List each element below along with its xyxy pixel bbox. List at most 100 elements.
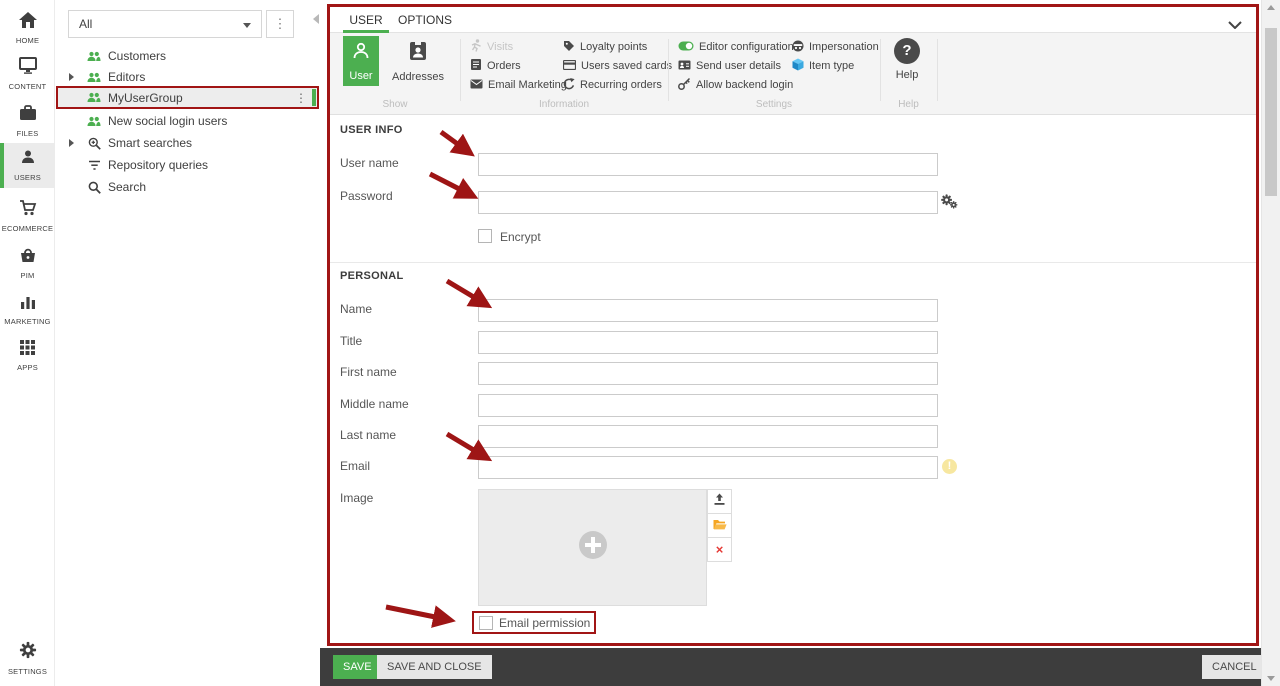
section-divider [330,262,1256,263]
sidebar-item-ecommerce[interactable]: ECOMMERCE [0,194,55,238]
tree-item-label: MyUserGroup [108,91,183,105]
ribbon-loyalty-points-button[interactable]: Loyalty points [563,39,647,55]
password-input[interactable] [478,191,938,214]
ribbon-item-label: Email Marketing [488,79,567,91]
section-heading-personal: PERSONAL [340,270,404,282]
ribbon-item-label: Orders [487,60,521,72]
orders-note-icon [470,58,482,74]
sidebar-item-marketing[interactable]: MARKETING [0,288,55,332]
email-input[interactable] [478,456,938,479]
cancel-button[interactable]: CANCEL [1202,655,1267,679]
field-label-first-name: First name [340,365,397,379]
sidebar-item-label: SETTINGS [8,667,47,676]
user-name-input[interactable] [478,153,938,176]
user-group-icon [86,92,102,103]
save-and-close-button[interactable]: SAVE AND CLOSE [377,655,492,679]
ribbon-addresses-button[interactable]: Addresses [389,36,447,86]
help-button[interactable]: ? [894,38,920,64]
add-image-plus-icon [578,530,608,565]
ribbon-users-saved-cards-button[interactable]: Users saved cards [563,58,672,74]
tree-item-label: Search [108,180,146,194]
field-label-image: Image [340,491,373,505]
ribbon-group-label: Settings [668,99,880,110]
sidebar-item-users[interactable]: USERS [0,143,55,188]
save-button[interactable]: SAVE [333,655,382,679]
expand-arrow-icon[interactable] [69,139,74,147]
field-label-title: Title [340,334,362,348]
sidebar-item-label: HOME [16,36,39,45]
runner-icon [470,39,482,55]
briefcase-icon [19,105,37,126]
ribbon-editor-configuration-toggle[interactable]: Editor configuration [678,39,794,55]
footer-action-bar: SAVE SAVE AND CLOSE CANCEL [320,648,1261,686]
monitor-icon [19,57,37,79]
sidebar-item-apps[interactable]: APPS [0,334,55,378]
tree-item-smart-searches[interactable]: Smart searches [86,133,192,153]
cart-icon [19,200,37,221]
image-delete-button[interactable]: × [707,537,732,562]
ribbon-group-label: Show [330,99,460,110]
sidebar-item-content[interactable]: CONTENT [0,52,55,96]
vertical-scrollbar[interactable] [1261,0,1280,686]
ribbon-user-button[interactable]: User [343,36,379,86]
tree-item-repository-queries[interactable]: Repository queries [86,155,208,175]
encrypt-checkbox[interactable] [478,229,492,243]
scrollbar-thumb[interactable] [1265,28,1277,196]
field-label-user-name: User name [340,156,399,170]
user-group-icon [86,116,102,127]
ribbon-collapse-chevron-icon[interactable] [1228,16,1242,34]
section-heading-user-info: USER INFO [340,124,403,136]
scrollbar-down-arrow-icon[interactable] [1267,676,1275,681]
kebab-menu-icon[interactable]: ⋮ [295,91,307,105]
ribbon-allow-backend-login-button[interactable]: Allow backend login [678,77,793,93]
envelope-icon [470,79,483,92]
gear-icon [19,641,37,664]
user-group-icon [86,51,102,62]
name-input[interactable] [478,299,938,322]
ribbon-item-label: Item type [809,60,854,72]
tab-user[interactable]: USER [343,7,389,33]
search-icon [86,181,102,194]
ribbon-item-label: Visits [487,41,513,53]
sidebar-item-pim[interactable]: PIM [0,241,55,285]
tree-item-new-social-login-users[interactable]: New social login users [86,111,227,131]
middle-name-input[interactable] [478,394,938,417]
selection-accent-bar [312,89,316,106]
tree-item-editors[interactable]: Editors [86,67,145,87]
ribbon-separator [668,39,669,101]
last-name-input[interactable] [478,425,938,448]
ribbon-item-type-button[interactable]: Item type [792,58,854,74]
tree-item-myusergroup-selected[interactable]: MyUserGroup ⋮ [56,86,319,109]
group-filter-dropdown[interactable]: All [68,10,262,38]
ribbon-email-marketing-button[interactable]: Email Marketing [470,77,567,93]
title-input[interactable] [478,331,938,354]
tree-menu-button[interactable]: ⋮ [266,10,294,38]
sidebar-item-settings[interactable]: SETTINGS [0,636,55,680]
ribbon-recurring-orders-button[interactable]: Recurring orders [563,77,662,93]
tree-item-customers[interactable]: Customers [86,46,166,66]
email-permission-label: Email permission [499,616,590,630]
sidebar-item-files[interactable]: FILES [0,99,55,143]
tab-label: USER [349,13,382,27]
sidebar-item-home[interactable]: HOME [0,6,55,50]
ribbon-send-user-details-button[interactable]: Send user details [678,58,781,74]
tree-item-search[interactable]: Search [86,177,146,197]
ribbon-orders-button[interactable]: Orders [470,58,521,74]
email-permission-checkbox[interactable] [479,616,493,630]
image-browse-button[interactable] [707,513,732,538]
panel-collapse-icon[interactable] [313,14,319,24]
group-filter-value: All [79,17,92,31]
ribbon-group-label: Help [880,99,937,110]
tab-options[interactable]: OPTIONS [395,7,455,33]
email-permission-annotation-box: Email permission [472,611,596,634]
sidebar-item-label: CONTENT [9,82,47,91]
recurring-arrow-icon [563,78,575,93]
expand-arrow-icon[interactable] [69,73,74,81]
warning-glyph: ! [948,460,952,472]
scrollbar-up-arrow-icon[interactable] [1267,5,1275,10]
image-upload-button[interactable] [707,489,732,514]
ribbon-impersonation-button[interactable]: Impersonation [792,39,879,55]
image-dropzone[interactable] [478,489,707,606]
first-name-input[interactable] [478,362,938,385]
password-gears-icon[interactable] [941,194,958,214]
